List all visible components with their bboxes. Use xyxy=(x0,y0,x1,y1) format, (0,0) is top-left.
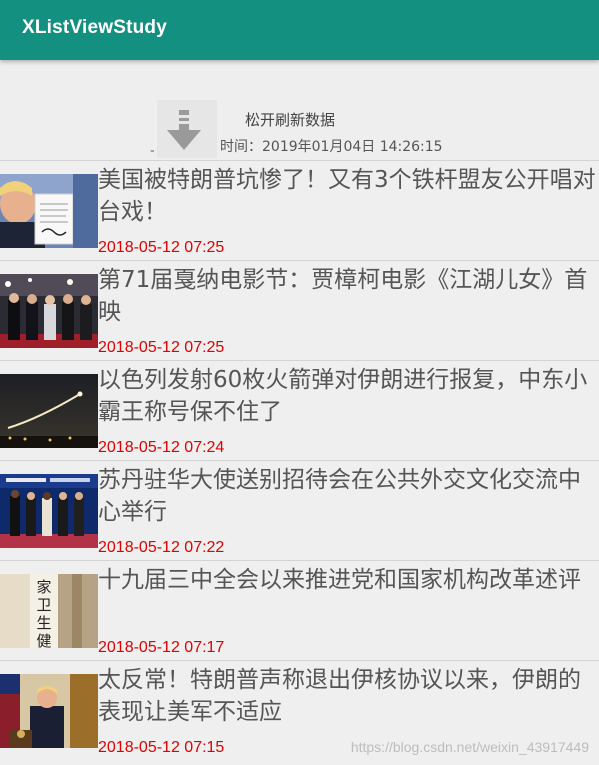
news-thumbnail xyxy=(0,274,98,348)
news-title: 太反常！特朗普声称退出伊核协议以来，伊朗的表现让美军不适应 xyxy=(98,667,581,725)
news-title: 美国被特朗普坑惨了！又有3个铁杆盟友公开唱对台戏！ xyxy=(98,167,596,225)
news-title: 苏丹驻华大使送别招待会在公共外交文化交流中心举行 xyxy=(98,467,581,525)
news-time: 2018-05-12 07:15 xyxy=(98,739,225,756)
list-item[interactable]: 以色列发射60枚火箭弹对伊朗进行报复，中东小霸王称号保不住了 2018-05-1… xyxy=(0,360,599,460)
list-item[interactable]: 苏丹驻华大使送别招待会在公共外交文化交流中心举行 2018-05-12 07:2… xyxy=(0,460,599,560)
news-thumbnail xyxy=(0,674,98,748)
news-list[interactable]: 美国被特朗普坑惨了！又有3个铁杆盟友公开唱对台戏！ 2018-05-12 07:… xyxy=(0,160,599,760)
list-item[interactable]: 第71届戛纳电影节：贾樟柯电影《江湖儿女》首映 2018-05-12 07:25 xyxy=(0,260,599,360)
toolbar-title: XListViewStudy xyxy=(22,17,167,38)
news-thumbnail: 家 卫 生 健 xyxy=(0,574,98,648)
refresh-time-text: 上时间：2019年01月04日 14:26:15 xyxy=(150,139,443,155)
svg-text:卫: 卫 xyxy=(36,596,51,614)
news-time: 2018-05-12 07:22 xyxy=(98,539,225,556)
news-time: 2018-05-12 07:24 xyxy=(98,439,225,456)
news-time: 2018-05-12 07:25 xyxy=(98,239,225,256)
news-time: 2018-05-12 07:17 xyxy=(98,639,225,656)
app-toolbar: XListViewStudy xyxy=(0,0,599,60)
pull-refresh-header: 松开刷新数据 上时间：2019年01月04日 14:26:15 xyxy=(0,60,599,160)
news-thumbnail xyxy=(0,374,98,448)
app-screen: XListViewStudy 松开刷新数据 上时间：2019年01月04日 14… xyxy=(0,0,599,765)
svg-text:健: 健 xyxy=(36,632,51,648)
thumbnail-sign-text: 家 xyxy=(36,578,51,596)
list-item[interactable]: 美国被特朗普坑惨了！又有3个铁杆盟友公开唱对台戏！ 2018-05-12 07:… xyxy=(0,160,599,260)
news-thumbnail xyxy=(0,174,98,248)
news-thumbnail xyxy=(0,474,98,548)
news-title: 第71届戛纳电影节：贾樟柯电影《江湖儿女》首映 xyxy=(98,267,588,325)
news-title: 以色列发射60枚火箭弹对伊朗进行报复，中东小霸王称号保不住了 xyxy=(98,367,588,425)
news-time: 2018-05-12 07:25 xyxy=(98,339,225,356)
watermark-text: https://blog.csdn.net/weixin_43917449 xyxy=(350,739,589,755)
refresh-status-text: 松开刷新数据 xyxy=(245,111,336,129)
svg-text:生: 生 xyxy=(36,614,51,632)
news-title: 十九届三中全会以来推进党和国家机构改革述评 xyxy=(98,567,581,593)
list-item[interactable]: 家 卫 生 健 十九届三中全会以来推进党和国家机构改革述评 2018-05-12… xyxy=(0,560,599,660)
